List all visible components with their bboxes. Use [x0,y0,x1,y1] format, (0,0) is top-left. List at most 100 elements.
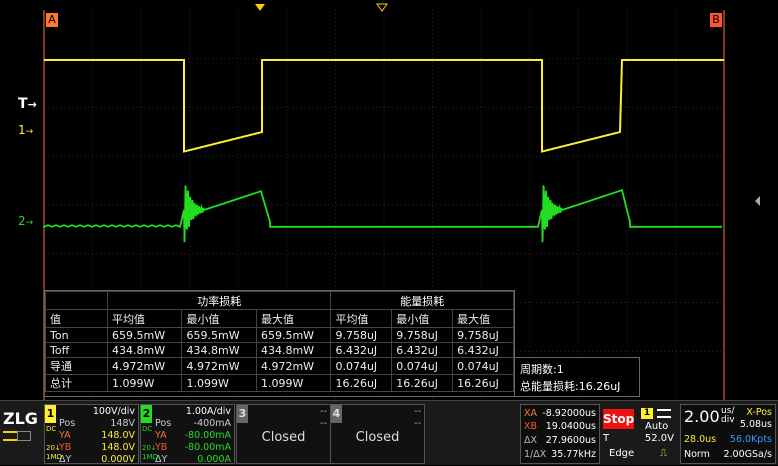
expand-panel-arrow-icon[interactable] [755,196,760,206]
channel-1-coupling-type: DC [46,425,57,433]
channel-2-panel[interactable]: 2 1.00A/div Pos -400mA YA -80.00mA YB -80.0… [140,404,235,465]
channel-1-impedance: 1MΩ [46,453,62,461]
power-loss-header: 功率损耗 [106,291,332,310]
channel-4-pos: -- [414,418,421,429]
table-row: 总计 1.099W 1.099W 1.099W 16.26uJ 16.26uJ 16.26u… [45,374,514,392]
table-cell: 0.074uJ [330,357,393,375]
channel-2-yb: -80.00mA [184,442,231,453]
trigger-position-marker[interactable] [255,4,265,11]
timebase-unit-bottom: div [721,415,735,425]
channel-4-panel[interactable]: 4 -- -- Closed [330,404,425,464]
table-cell: 1.099W [181,374,257,392]
channel-1-offset-marker[interactable]: 1→ [18,123,33,137]
table-cell: 434.8mW [106,342,183,358]
timebase-unit: us/div [721,407,735,425]
blank-header-cell [45,291,108,310]
channel-3-status: Closed [261,430,306,445]
channel-2-impedance: 1MΩ [142,453,158,461]
column-header: 最小值 [181,309,257,328]
trigger-level-value: 52.0V [644,433,674,444]
channel-2-scale: 1.00A/div [185,406,231,417]
rising-edge-icon: ⎍ [660,448,667,459]
channel-3-panel[interactable]: 3 -- -- Closed [236,404,331,464]
channel-1-bandwidth: 20↓ [46,444,61,452]
trigger-type-label: Edge [609,448,635,459]
memory-depth: 56.0Kpts [729,434,772,445]
table-cell: 659.5mW [106,327,183,343]
cursor-xa: -8.92000us [542,408,596,419]
window-icon[interactable] [17,431,31,441]
channel-1-coupling: DC 20↓ 1MΩ [46,425,62,462]
cursor-a-label: A [46,13,58,27]
channel-4-scale: -- [414,406,421,417]
trigger-menu-icon [657,409,671,418]
menu-icon[interactable] [3,431,17,441]
table-row: Ton 659.5mW 659.5mW 659.5mW 9.758uJ 9.758uJ 9.… [45,327,514,343]
sample-rate: 2.00GSa/s [723,449,772,460]
xpos-value: 5.08us [739,419,772,430]
trigger-type[interactable]: Edge ⎍ [609,448,677,461]
channel-1-panel[interactable]: 1 100V/div Pos 148V YA 148.0V YB 148.0V ΔY 0… [44,404,139,465]
xpos-label: X-Pos [746,407,772,418]
timebase-value: 2.00 [684,407,720,426]
table-cell: 6.432uJ [330,342,393,358]
period-info-box: 周期数:1 总能量损耗:16.26uJ [514,357,640,397]
power-loss-measurement-table: 功率损耗 能量损耗 值 平均值 最小值 最大值 平均值 最小值 最大值 Ton 659.5m… [44,290,515,397]
arrow-right-icon: → [25,218,34,228]
channel-1-yb: 148.0V [101,442,135,453]
row-label: Ton [45,327,108,343]
column-header: 平均值 [330,309,393,328]
arrow-right-icon: → [27,98,37,111]
stop-button[interactable]: Stop [603,409,634,429]
channel-3-scale: -- [320,406,327,417]
column-header: 平均值 [106,309,183,328]
delay-value: 28.0us [684,434,717,445]
channel-1-marker-label: 1 [18,123,26,137]
column-header: 最大值 [452,309,514,328]
period-count: 周期数:1 [520,363,564,376]
row-label: Toff [45,342,108,358]
table-cell: 6.432uJ [391,342,454,358]
channel-2-coupling-type: DC [142,425,153,433]
table-cell: 1.099W [106,374,183,392]
table-cell: 16.26uJ [330,374,393,392]
channel-2-number: 2 [141,405,152,423]
cursor-readout-panel[interactable]: XA -8.92000us XB 19.0400us ΔX 27.9600us 1/Δ… [520,404,600,464]
trigger-level-label: T [603,433,610,444]
trigger-level-marker[interactable]: T→ [18,96,37,112]
channel-2-pos: -400mA [193,418,231,429]
table-cell: 9.758uJ [391,327,454,343]
channel-2-bandwidth: 20↓ [142,444,157,452]
table-row: 导通 4.972mW 4.972mW 4.972mW 0.074uJ 0.074uJ 0.0… [45,357,514,375]
trigger-level-label: T [18,96,28,112]
channel-3-number: 3 [237,405,248,423]
column-header: 最大值 [255,309,332,328]
table-cell: 0.074uJ [391,357,454,375]
table-cell: 659.5mW [181,327,257,343]
oscilloscope-screen: A B T→ 1→ 2→ 功率损耗 能量损耗 值 平均值 最小值 最大值 平均值 最小值… [0,0,778,465]
column-header: 最小值 [391,309,454,328]
column-header-row: 值 平均值 最小值 最大值 平均值 最小值 最大值 [45,309,514,328]
channel-3-pos: -- [320,418,327,429]
table-cell: 4.972mW [106,357,183,375]
table-cell: 16.26uJ [452,374,514,392]
cursor-b-label: B [710,13,722,27]
channel-1-number: 1 [45,405,56,423]
zlg-logo: ZLG [3,409,38,428]
table-cell: 434.8mW [255,342,332,358]
trigger-level-readout: T 52.0V [603,433,677,446]
cursor-xb: 19.0400us [545,421,596,432]
channel-1-pos: 148V [110,418,135,429]
horizontal-center-marker [376,3,388,12]
channel-4-status: Closed [355,430,400,445]
channel-1-dy: 0.000V [101,454,135,465]
timebase-panel[interactable]: 2.00 us/div X-Pos 5.08us 28.0us 56.0Kpts… [680,404,776,464]
table-cell: 9.758uJ [452,327,514,343]
channel-2-offset-marker[interactable]: 2→ [18,214,33,228]
table-cell: 9.758uJ [330,327,393,343]
table-cell: 434.8mW [181,342,257,358]
cursor-xa-label: XA [524,408,538,419]
table-cell: 0.074uJ [452,357,514,375]
arrow-right-icon: → [25,127,34,137]
cursor-dx: 27.9600us [545,435,596,446]
